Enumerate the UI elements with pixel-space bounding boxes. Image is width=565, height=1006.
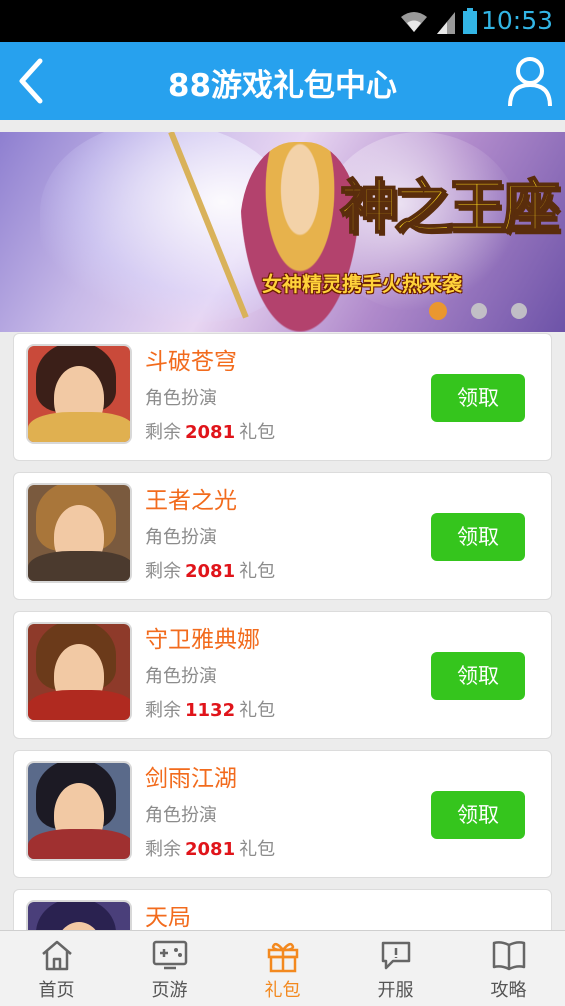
tab-gifts[interactable]: 礼包 [226,931,339,1006]
game-name: 剑雨江湖 [145,766,237,792]
game-type: 角色扮演 [145,388,217,409]
status-icons [399,8,477,34]
game-type: 角色扮演 [145,666,217,687]
banner-slogan: 女神精灵携手火热来袭 [262,272,462,296]
claim-button[interactable]: 领取 [431,791,525,839]
game-name: 天局 [145,905,191,931]
remain-count: 2081 [185,839,236,860]
gift-icon [267,942,298,973]
list-item[interactable]: 守卫雅典娜 角色扮演 剩余 1132 礼包 领取 [13,611,552,739]
game-thumbnail [26,344,132,444]
tab-label: 攻略 [490,980,527,1001]
tab-label: 开服 [377,980,414,1001]
home-icon [41,940,72,971]
tab-guides[interactable]: 攻略 [452,931,565,1006]
banner-pager [429,302,527,320]
remain-suffix: 礼包 [239,839,276,860]
bottom-tab-bar: 首页 页游 礼包 开服 攻略 [0,930,565,1006]
claim-button[interactable]: 领取 [431,374,525,422]
remain-prefix: 剩余 [145,561,181,582]
status-time: 10:53 [480,6,553,35]
chat-bubble-icon [381,941,410,970]
title-bar: 88游戏礼包中心 [0,42,565,120]
gift-remaining: 剩余 1132 礼包 [145,696,275,722]
app-screen: 10:53 88游戏礼包中心 神之王座 女神精灵携手火热来袭 斗破苍穹 角色扮演… [0,0,565,1006]
tab-server-open[interactable]: 开服 [339,931,452,1006]
remain-suffix: 礼包 [239,561,276,582]
gamepad-icon [152,940,187,970]
tab-home[interactable]: 首页 [0,931,113,1006]
list-item[interactable]: 王者之光 角色扮演 剩余 2081 礼包 领取 [13,472,552,600]
tab-label: 礼包 [264,980,301,1001]
remain-suffix: 礼包 [239,422,276,443]
gift-remaining: 剩余 2081 礼包 [145,418,275,444]
gift-remaining: 剩余 2081 礼包 [145,557,275,583]
claim-button[interactable]: 领取 [431,652,525,700]
game-type: 角色扮演 [145,805,217,826]
remain-count: 2081 [185,561,236,582]
claim-button[interactable]: 领取 [431,513,525,561]
signal-icon [437,12,455,34]
remain-count: 2081 [185,422,236,443]
game-thumbnail [26,622,132,722]
list-item[interactable]: 斗破苍穹 角色扮演 剩余 2081 礼包 领取 [13,333,552,461]
banner-logo: 神之王座 [339,172,561,242]
tab-label: 首页 [38,980,75,1001]
game-name: 守卫雅典娜 [145,627,260,653]
pager-dot[interactable] [511,303,527,319]
remain-prefix: 剩余 [145,700,181,721]
remain-count: 1132 [185,700,236,721]
remain-suffix: 礼包 [239,700,276,721]
user-button[interactable] [507,56,553,108]
user-icon [508,57,552,107]
game-name: 王者之光 [145,488,237,514]
list-item[interactable]: 剑雨江湖 角色扮演 剩余 2081 礼包 领取 [13,750,552,878]
gift-remaining: 剩余 2081 礼包 [145,835,275,861]
promo-banner[interactable]: 神之王座 女神精灵携手火热来袭 [0,132,565,332]
remain-prefix: 剩余 [145,839,181,860]
remain-prefix: 剩余 [145,422,181,443]
battery-icon [463,8,477,34]
tab-label: 页游 [151,980,188,1001]
status-bar: 10:53 [0,0,565,42]
game-name: 斗破苍穹 [145,349,237,375]
pager-dot[interactable] [471,303,487,319]
wifi-icon [401,12,427,32]
game-type: 角色扮演 [145,527,217,548]
game-thumbnail [26,761,132,861]
tab-webgames[interactable]: 页游 [113,931,226,1006]
page-title: 88游戏礼包中心 [167,68,398,104]
gift-list: 斗破苍穹 角色扮演 剩余 2081 礼包 领取 王者之光 角色扮演 剩余 2081 礼包… [13,333,552,1006]
pager-dot[interactable] [429,302,447,320]
book-icon [492,941,525,971]
game-thumbnail [26,483,132,583]
